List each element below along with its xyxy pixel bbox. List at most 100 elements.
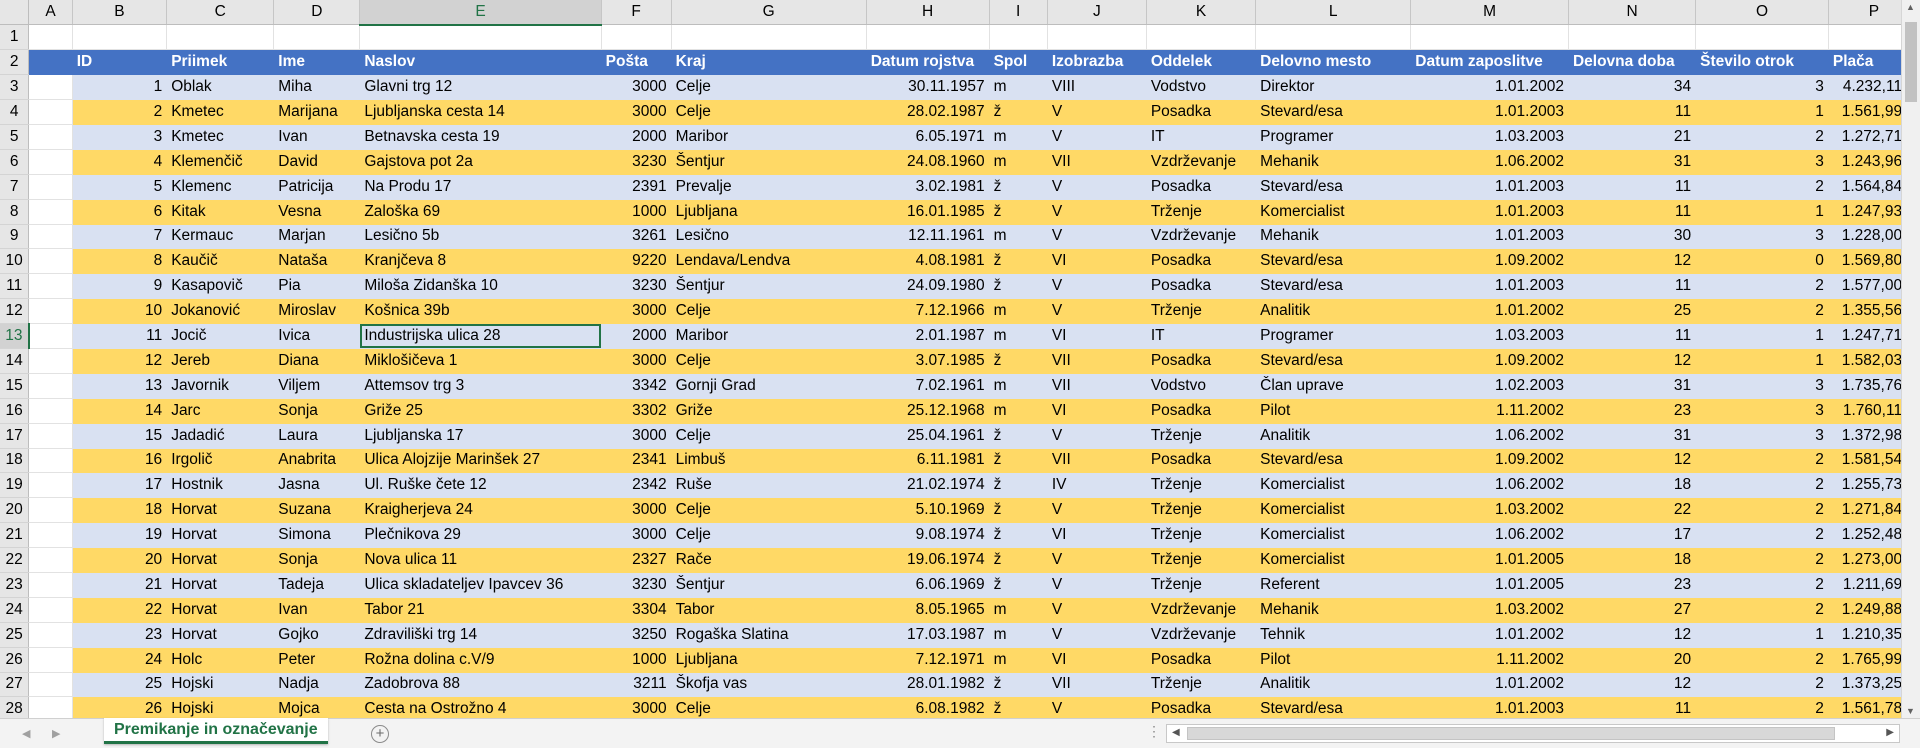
- cell[interactable]: Kraigherjeva 24: [359, 497, 602, 524]
- cell[interactable]: Direktor: [1255, 74, 1412, 101]
- cell[interactable]: 1000: [601, 199, 672, 225]
- cell[interactable]: 6.11.1981: [866, 448, 990, 474]
- cell[interactable]: Kmetec: [166, 124, 275, 150]
- cell[interactable]: Ruše: [671, 472, 867, 499]
- cell[interactable]: 30.11.1957: [866, 74, 990, 101]
- column-header[interactable]: L: [1255, 0, 1412, 26]
- cell[interactable]: [166, 24, 275, 51]
- row-header[interactable]: 8: [0, 199, 30, 225]
- column-header[interactable]: O: [1695, 0, 1829, 26]
- row-header[interactable]: 3: [0, 74, 30, 101]
- cell[interactable]: VII: [1047, 348, 1147, 374]
- cell[interactable]: VII: [1047, 373, 1147, 399]
- table-header-cell[interactable]: ID: [72, 49, 168, 76]
- cell[interactable]: Programer: [1255, 323, 1412, 349]
- cell[interactable]: 2: [72, 99, 168, 125]
- cell[interactable]: Kmetec: [166, 99, 275, 125]
- cell[interactable]: Prevalje: [671, 174, 867, 200]
- cell[interactable]: 11: [1568, 174, 1697, 200]
- cell[interactable]: V: [1047, 199, 1147, 225]
- cell[interactable]: m: [989, 149, 1048, 175]
- cell[interactable]: m: [989, 298, 1048, 325]
- cell[interactable]: Mehanik: [1255, 224, 1412, 250]
- cell[interactable]: Pilot: [1255, 647, 1412, 673]
- cell[interactable]: Ivica: [273, 323, 361, 349]
- cell[interactable]: 6.05.1971: [866, 124, 990, 150]
- cell[interactable]: Jocič: [166, 323, 275, 349]
- cell[interactable]: ž: [989, 696, 1048, 718]
- cell[interactable]: [28, 99, 73, 125]
- cell[interactable]: 3: [1695, 149, 1829, 175]
- cell[interactable]: Ivan: [273, 124, 361, 150]
- cell[interactable]: 27: [1568, 597, 1697, 623]
- table-header-cell[interactable]: Delovna doba: [1568, 49, 1697, 76]
- cell[interactable]: Celje: [671, 74, 867, 101]
- cell[interactable]: Posadka: [1146, 647, 1257, 673]
- cell[interactable]: 1.03.2003: [1410, 124, 1569, 150]
- cell[interactable]: Trženje: [1146, 298, 1257, 325]
- cell[interactable]: Horvat: [166, 572, 275, 598]
- cell[interactable]: Celje: [671, 348, 867, 374]
- cell[interactable]: 2: [1695, 547, 1829, 573]
- cell[interactable]: 1.01.2005: [1410, 547, 1569, 573]
- cell[interactable]: 2: [1695, 672, 1829, 698]
- cell[interactable]: 11: [1568, 99, 1697, 125]
- cell[interactable]: 1.01.2002: [1410, 672, 1569, 698]
- cell[interactable]: m: [989, 224, 1048, 250]
- cell[interactable]: Zadobrova 88: [359, 672, 602, 698]
- cell[interactable]: [28, 448, 73, 474]
- cell[interactable]: [28, 149, 73, 175]
- cell[interactable]: Stevard/esa: [1255, 348, 1412, 374]
- cell[interactable]: 11: [1568, 199, 1697, 225]
- cell[interactable]: Posadka: [1146, 448, 1257, 474]
- cell[interactable]: 12: [1568, 248, 1697, 275]
- cell[interactable]: 1: [1695, 99, 1829, 125]
- cell[interactable]: m: [989, 647, 1048, 673]
- cell[interactable]: Maribor: [671, 124, 867, 150]
- cell[interactable]: Zdraviliški trg 14: [359, 622, 602, 648]
- cell[interactable]: Marijana: [273, 99, 361, 125]
- cell[interactable]: Stevard/esa: [1255, 248, 1412, 275]
- row-header[interactable]: 9: [0, 224, 30, 250]
- select-all-corner[interactable]: [0, 0, 30, 26]
- cell[interactable]: V: [1047, 696, 1147, 718]
- cell[interactable]: Rogaška Slatina: [671, 622, 867, 648]
- cell[interactable]: 21.02.1974: [866, 472, 990, 499]
- cell[interactable]: VIII: [1047, 74, 1147, 101]
- cell[interactable]: 11: [1568, 696, 1697, 718]
- cell[interactable]: Attemsov trg 3: [359, 373, 602, 399]
- cell[interactable]: m: [989, 74, 1048, 101]
- cell[interactable]: 1: [1695, 622, 1829, 648]
- cell[interactable]: Posadka: [1146, 99, 1257, 125]
- cell[interactable]: Na Produ 17: [359, 174, 602, 200]
- cell[interactable]: 1.06.2002: [1410, 423, 1569, 449]
- cell[interactable]: Programer: [1255, 124, 1412, 150]
- cell[interactable]: 9: [72, 273, 168, 300]
- cell[interactable]: m: [989, 124, 1048, 150]
- cell[interactable]: Hojski: [166, 696, 275, 718]
- cell[interactable]: 16.01.1985: [866, 199, 990, 225]
- cell[interactable]: Stevard/esa: [1255, 696, 1412, 718]
- cell[interactable]: 19: [72, 522, 168, 549]
- cell[interactable]: Celje: [671, 522, 867, 549]
- cell[interactable]: Viljem: [273, 373, 361, 399]
- cell[interactable]: Ulica Alojzije Marinšek 27: [359, 448, 602, 474]
- cell[interactable]: 3230: [601, 149, 672, 175]
- cell[interactable]: Maribor: [671, 323, 867, 349]
- cell[interactable]: 22: [1568, 497, 1697, 524]
- cell[interactable]: 17: [1568, 522, 1697, 549]
- cell[interactable]: 14: [72, 398, 168, 424]
- cell[interactable]: 7.02.1961: [866, 373, 990, 399]
- cell[interactable]: VII: [1047, 672, 1147, 698]
- cell[interactable]: 7.12.1971: [866, 647, 990, 673]
- cell[interactable]: 11: [1568, 323, 1697, 349]
- cell[interactable]: 3211: [601, 672, 672, 698]
- cell[interactable]: VII: [1047, 448, 1147, 474]
- cell[interactable]: 8: [72, 248, 168, 275]
- table-header-cell[interactable]: Priimek: [166, 49, 275, 76]
- cell[interactable]: 1.01.2003: [1410, 99, 1569, 125]
- cell[interactable]: V: [1047, 572, 1147, 598]
- cell[interactable]: Ulica skladateljev Ipavcev 36: [359, 572, 602, 598]
- cell[interactable]: 2: [1695, 572, 1829, 598]
- cell[interactable]: 22: [72, 597, 168, 623]
